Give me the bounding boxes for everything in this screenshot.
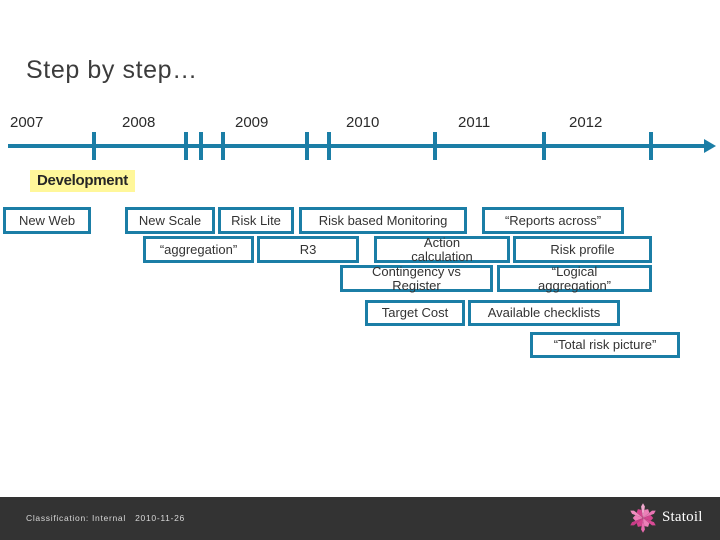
milestone-box[interactable]: Contingency vs Register bbox=[340, 265, 493, 292]
milestone-box-label: R3 bbox=[299, 241, 317, 257]
milestone-box-label: “Logical aggregation” bbox=[538, 264, 611, 293]
milestone-box-label: Risk Lite bbox=[231, 212, 281, 228]
milestone-box[interactable]: R3 bbox=[257, 236, 359, 263]
timeline-year-label: 2009 bbox=[235, 114, 269, 131]
timeline-year-label: 2012 bbox=[569, 114, 603, 131]
milestone-box-label: Available checklists bbox=[487, 305, 601, 321]
milestone-box-label: “Reports across” bbox=[504, 212, 602, 228]
timeline-tick bbox=[433, 132, 437, 160]
milestone-box[interactable]: “Total risk picture” bbox=[530, 332, 680, 358]
statoil-logo: Statoil bbox=[626, 500, 712, 536]
milestone-box[interactable]: Action calculation bbox=[374, 236, 510, 263]
slide-canvas: Step by step… 2007 2008 2009 2010 2011 2012 D… bbox=[0, 0, 720, 540]
timeline-year-label: 2007 bbox=[10, 114, 44, 131]
timeline: 2007 2008 2009 2010 2011 2012 bbox=[0, 108, 720, 170]
timeline-tick bbox=[649, 132, 653, 160]
milestone-box[interactable]: “Logical aggregation” bbox=[497, 265, 652, 292]
milestone-box-label: Contingency vs Register bbox=[372, 264, 461, 293]
statoil-flower-icon bbox=[630, 503, 656, 533]
milestone-box[interactable]: Target Cost bbox=[365, 300, 465, 326]
milestone-box-label: Risk based Monitoring bbox=[318, 212, 448, 228]
milestone-box-label: Action calculation bbox=[411, 235, 473, 264]
milestone-box[interactable]: “Reports across” bbox=[482, 207, 624, 234]
development-phase-label: Development bbox=[30, 170, 135, 192]
milestone-box[interactable]: New Scale bbox=[125, 207, 215, 234]
footer-classification-text: Classification: Internal 2010-11-26 bbox=[26, 513, 185, 523]
timeline-year-label: 2011 bbox=[458, 114, 491, 131]
timeline-tick bbox=[327, 132, 331, 160]
milestone-box[interactable]: “aggregation” bbox=[143, 236, 254, 263]
milestone-box[interactable]: New Web bbox=[3, 207, 91, 234]
timeline-tick bbox=[199, 132, 203, 160]
page-title: Step by step… bbox=[26, 56, 198, 84]
timeline-year-label: 2008 bbox=[122, 114, 156, 131]
timeline-arrow-icon bbox=[704, 139, 716, 153]
timeline-tick bbox=[542, 132, 546, 160]
timeline-tick bbox=[92, 132, 96, 160]
milestone-box-label: New Scale bbox=[138, 212, 202, 228]
milestone-box-label: Target Cost bbox=[381, 305, 449, 321]
milestone-box-label: New Web bbox=[18, 212, 76, 228]
milestone-box-label: “Total risk picture” bbox=[553, 337, 657, 353]
brand-wordmark: Statoil bbox=[662, 509, 703, 525]
milestone-box[interactable]: Available checklists bbox=[468, 300, 620, 326]
milestone-box[interactable]: Risk Lite bbox=[218, 207, 294, 234]
timeline-year-label: 2010 bbox=[346, 114, 380, 131]
milestone-box[interactable]: Risk based Monitoring bbox=[299, 207, 467, 234]
milestone-box[interactable]: Risk profile bbox=[513, 236, 652, 263]
milestone-box-label: “aggregation” bbox=[159, 241, 238, 257]
timeline-tick bbox=[184, 132, 188, 160]
timeline-tick bbox=[221, 132, 225, 160]
timeline-axis bbox=[8, 144, 706, 148]
milestone-box-label: Risk profile bbox=[550, 241, 615, 257]
timeline-tick bbox=[305, 132, 309, 160]
